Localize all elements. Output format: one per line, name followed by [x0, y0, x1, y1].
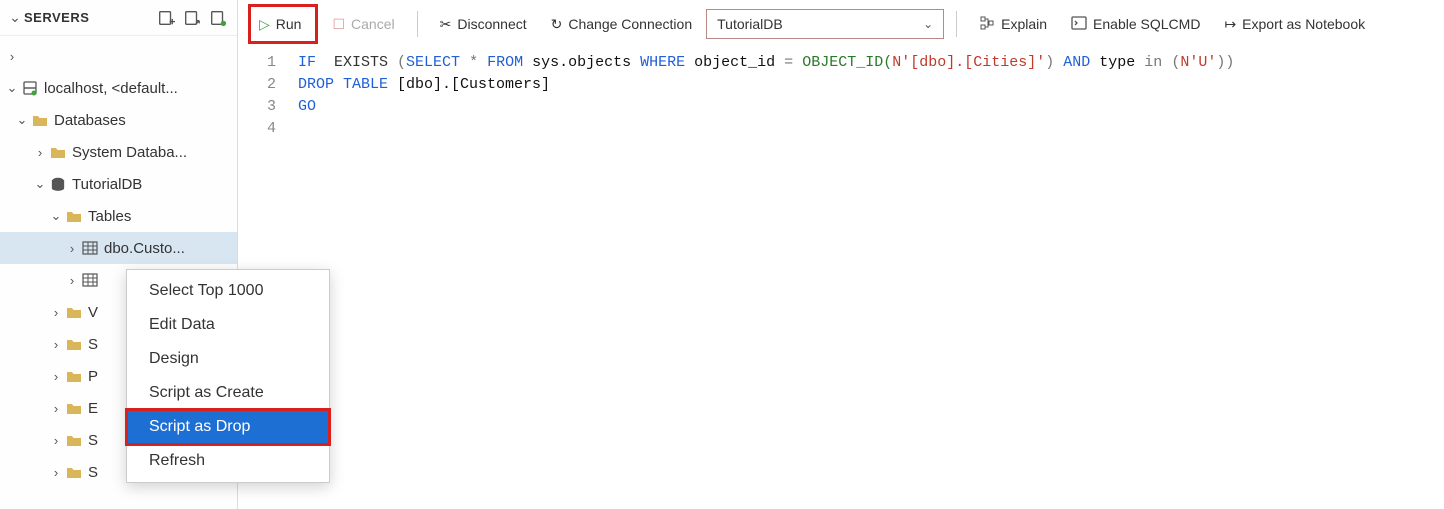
chevron-down-icon[interactable]: ⌄: [8, 9, 22, 26]
cancel-button[interactable]: ☐ Cancel: [322, 9, 404, 39]
new-connection-icon[interactable]: [153, 5, 179, 31]
line-number: 2: [238, 74, 276, 96]
table-icon: [80, 273, 100, 287]
folder-icon: [48, 145, 68, 159]
sql-editor[interactable]: 1 2 3 4 IF EXISTS (SELECT * FROM sys.obj…: [238, 48, 1444, 509]
sqlcmd-icon: [1071, 15, 1087, 34]
databases-label: Databases: [54, 112, 126, 129]
folder-label: P: [88, 368, 98, 385]
chevron-down-icon: ⌄: [48, 208, 64, 224]
line-number: 3: [238, 96, 276, 118]
tables-label: Tables: [88, 208, 131, 225]
editor-toolbar: ▷ Run ☐ Cancel ✂ Disconnect ↻ Change Con…: [238, 0, 1444, 48]
chevron-right-icon: ›: [64, 241, 80, 256]
export-icon: ↦: [1224, 16, 1236, 33]
tree-root-placeholder[interactable]: ›: [0, 40, 237, 72]
menu-script-as-drop[interactable]: Script as Drop: [127, 410, 329, 444]
database-icon: [48, 176, 68, 192]
system-databases-node[interactable]: › System Databa...: [0, 136, 237, 168]
disconnect-button[interactable]: ✂ Disconnect: [430, 9, 537, 39]
enable-sqlcmd-button[interactable]: Enable SQLCMD: [1061, 9, 1210, 39]
new-server-group-icon[interactable]: [179, 5, 205, 31]
menu-design[interactable]: Design: [127, 342, 329, 376]
active-connections-icon[interactable]: [205, 5, 231, 31]
chevron-down-icon: ⌄: [14, 112, 30, 128]
refresh-icon: ↻: [551, 16, 563, 33]
change-connection-button[interactable]: ↻ Change Connection: [541, 9, 703, 39]
chevron-down-icon: ⌄: [4, 80, 20, 96]
folder-icon: [64, 433, 84, 447]
toolbar-separator: [956, 11, 957, 37]
stop-icon: ☐: [332, 16, 345, 33]
chevron-right-icon: ›: [48, 433, 64, 448]
run-button[interactable]: ▷ Run: [251, 9, 313, 39]
sidebar-header: ⌄ SERVERS: [0, 0, 237, 36]
run-label: Run: [276, 16, 302, 32]
server-node[interactable]: ⌄ localhost, <default...: [0, 72, 237, 104]
chevron-right-icon: ›: [64, 273, 80, 288]
run-button-highlight: ▷ Run: [248, 4, 318, 44]
folder-icon: [64, 337, 84, 351]
table-icon: [80, 241, 100, 255]
server-icon: [20, 80, 40, 96]
chevron-down-icon: ⌄: [923, 17, 933, 31]
disconnect-icon: ✂: [440, 16, 452, 33]
disconnect-label: Disconnect: [457, 16, 526, 32]
explain-button[interactable]: Explain: [969, 9, 1057, 39]
menu-select-top-1000[interactable]: Select Top 1000: [127, 274, 329, 308]
change-connection-label: Change Connection: [568, 16, 692, 32]
folder-icon: [64, 465, 84, 479]
editor-code[interactable]: IF EXISTS (SELECT * FROM sys.objects WHE…: [290, 48, 1234, 509]
server-label: localhost, <default...: [44, 80, 178, 97]
chevron-right-icon: ›: [48, 305, 64, 320]
chevron-right-icon: ›: [48, 465, 64, 480]
folder-icon: [64, 369, 84, 383]
folder-icon: [64, 305, 84, 319]
folder-icon: [30, 113, 50, 127]
databases-node[interactable]: ⌄ Databases: [0, 104, 237, 136]
folder-label: S: [88, 336, 98, 353]
system-databases-label: System Databa...: [72, 144, 187, 161]
play-icon: ▷: [259, 16, 270, 33]
chevron-right-icon: ›: [32, 145, 48, 160]
table-context-menu: Select Top 1000 Edit Data Design Script …: [126, 269, 330, 483]
export-notebook-button[interactable]: ↦ Export as Notebook: [1214, 9, 1375, 39]
chevron-right-icon: ›: [4, 49, 20, 64]
folder-label: S: [88, 464, 98, 481]
chevron-down-icon: ⌄: [32, 176, 48, 192]
tables-node[interactable]: ⌄ Tables: [0, 200, 237, 232]
table-label: dbo.Custo...: [104, 240, 185, 257]
cancel-label: Cancel: [351, 16, 395, 32]
tutorialdb-label: TutorialDB: [72, 176, 142, 193]
folder-label: V: [88, 304, 98, 321]
folder-label: E: [88, 400, 98, 417]
explain-icon: [979, 15, 995, 34]
folder-icon: [64, 401, 84, 415]
database-select-value: TutorialDB: [717, 16, 783, 32]
menu-refresh[interactable]: Refresh: [127, 444, 329, 478]
line-number: 1: [238, 52, 276, 74]
folder-label: S: [88, 432, 98, 449]
table-node-customers[interactable]: › dbo.Custo...: [0, 232, 237, 264]
sidebar-title: SERVERS: [24, 10, 153, 25]
explain-label: Explain: [1001, 16, 1047, 32]
toolbar-separator: [417, 11, 418, 37]
menu-script-as-create[interactable]: Script as Create: [127, 376, 329, 410]
menu-edit-data[interactable]: Edit Data: [127, 308, 329, 342]
tutorialdb-node[interactable]: ⌄ TutorialDB: [0, 168, 237, 200]
chevron-right-icon: ›: [48, 369, 64, 384]
export-notebook-label: Export as Notebook: [1242, 16, 1365, 32]
chevron-right-icon: ›: [48, 337, 64, 352]
folder-icon: [64, 209, 84, 223]
chevron-right-icon: ›: [48, 401, 64, 416]
database-select[interactable]: TutorialDB ⌄: [706, 9, 944, 39]
enable-sqlcmd-label: Enable SQLCMD: [1093, 16, 1200, 32]
line-number: 4: [238, 118, 276, 140]
